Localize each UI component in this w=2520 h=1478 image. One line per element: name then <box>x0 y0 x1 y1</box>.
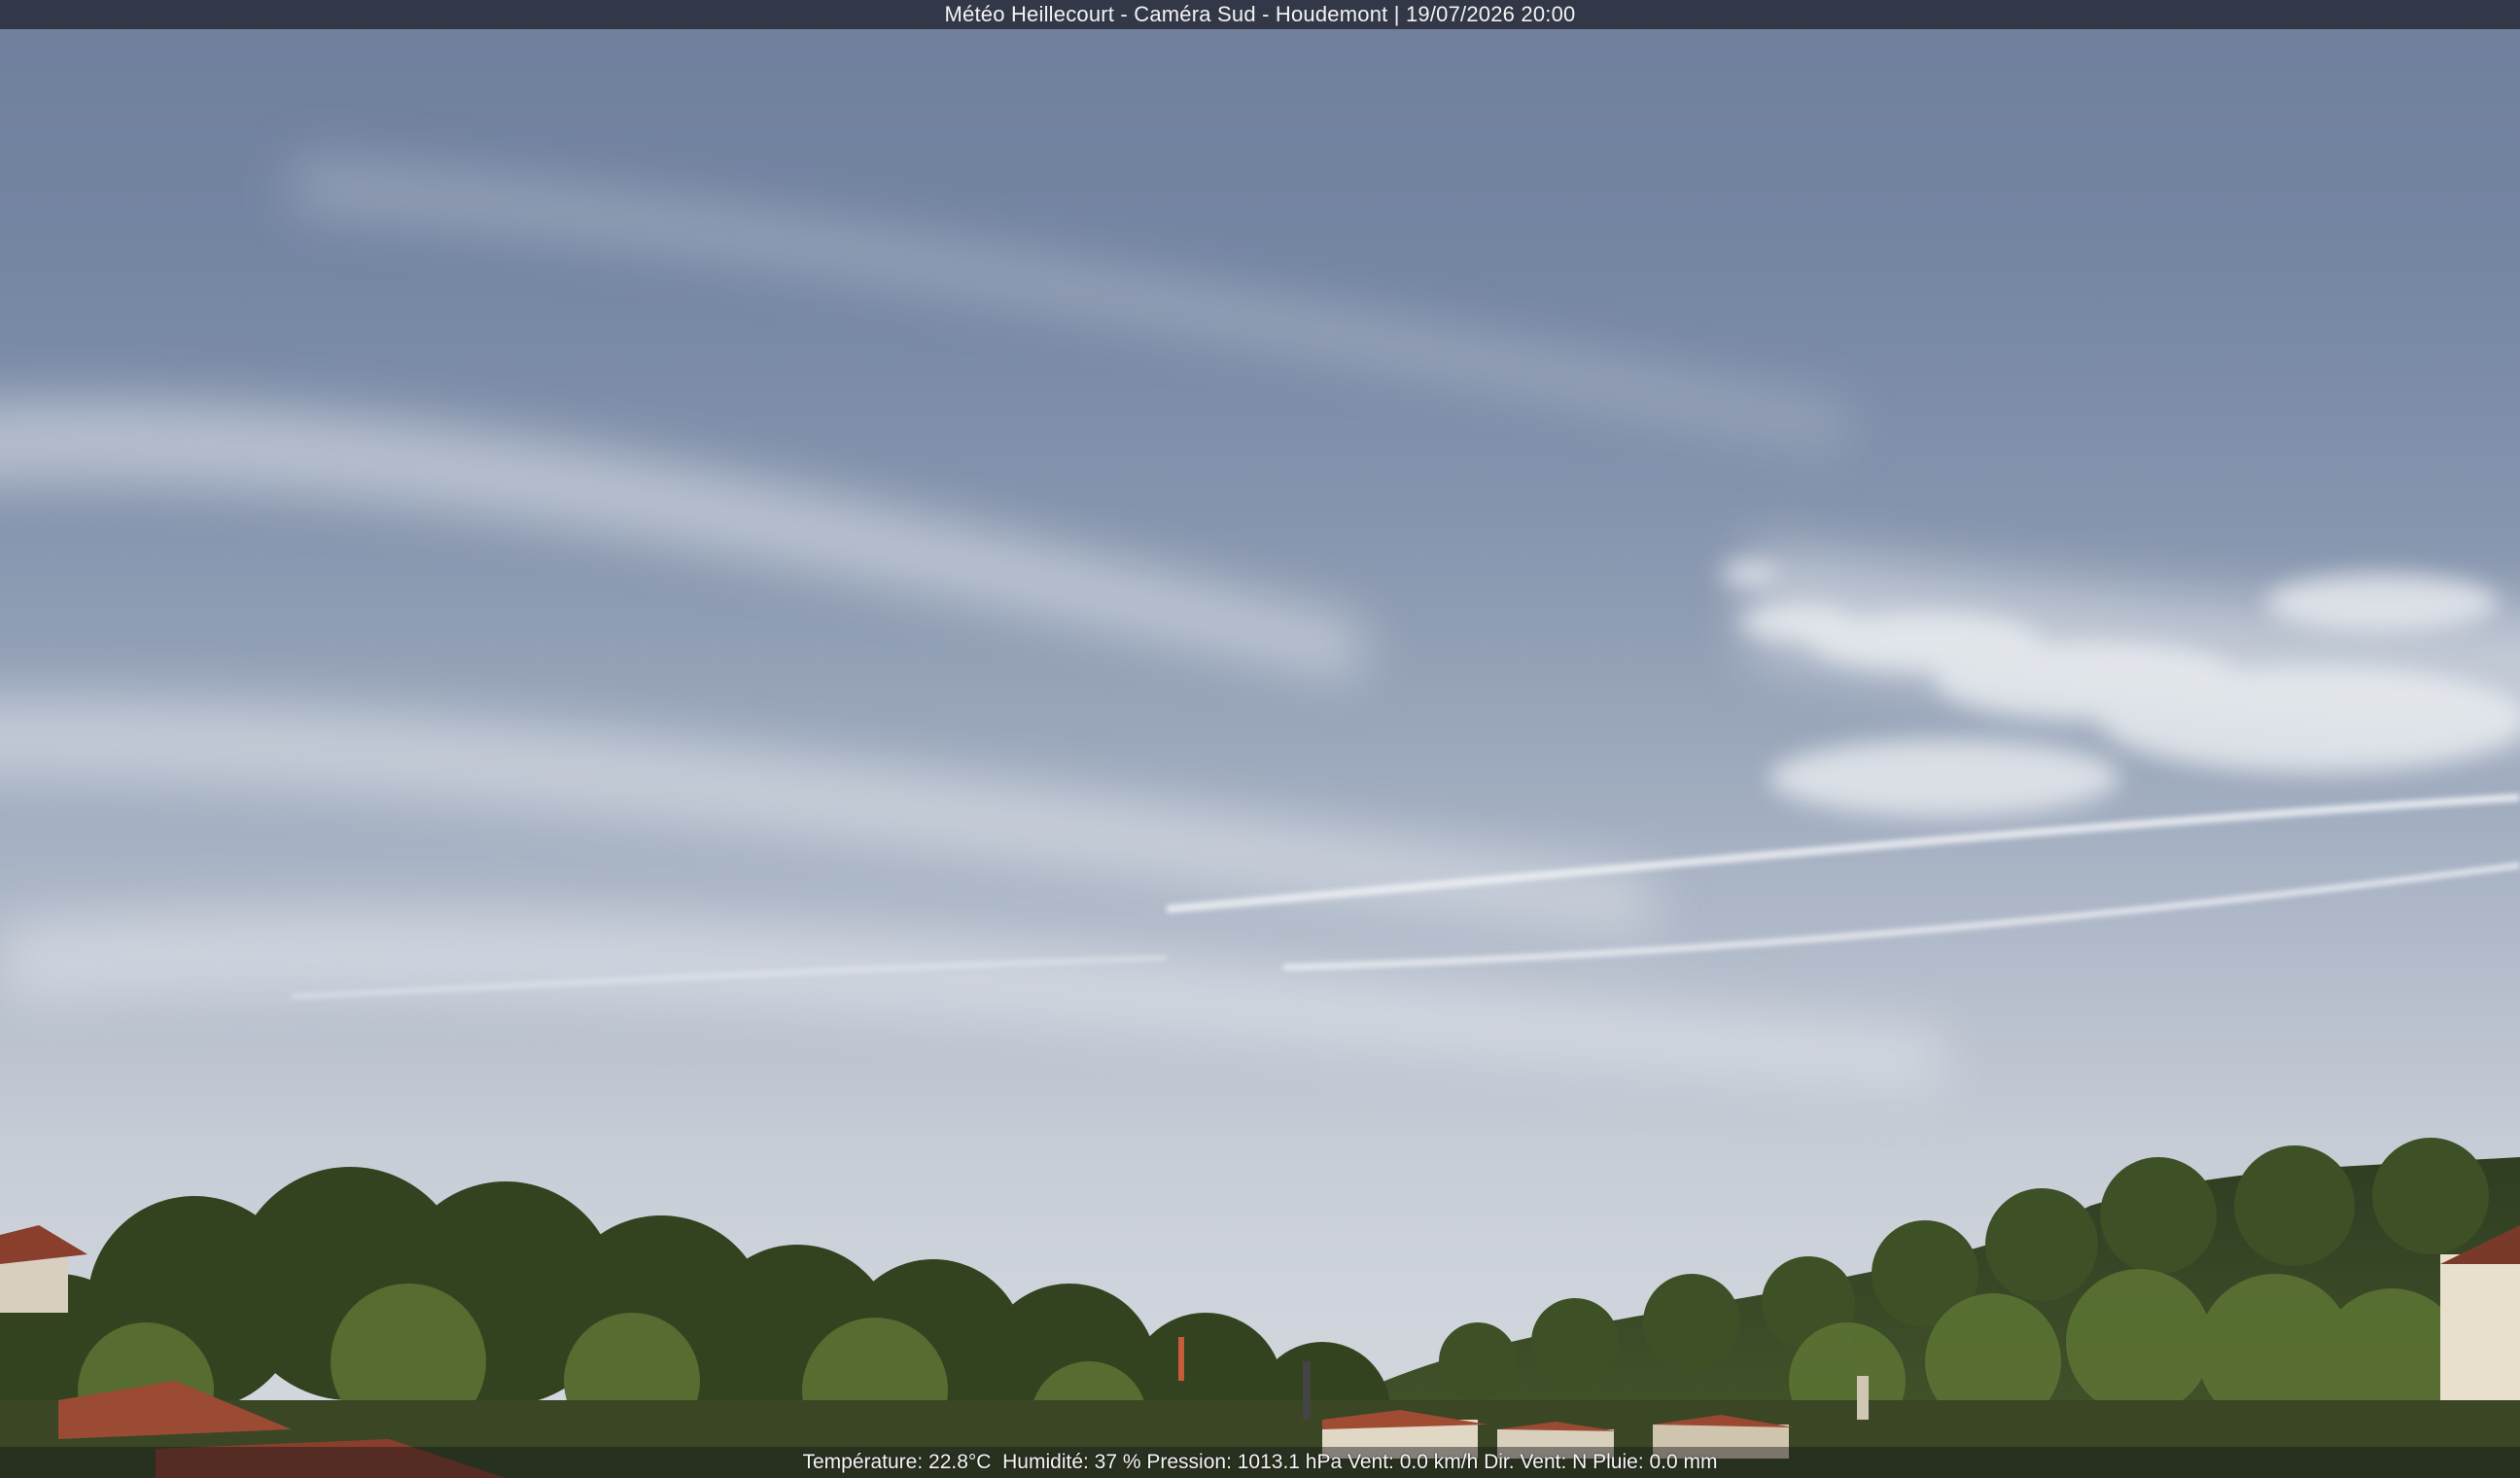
webcam-frame: Météo Heillecourt - Caméra Sud - Houdemo… <box>0 0 2520 1478</box>
landscape-scene <box>0 156 2520 1478</box>
weather-readout: Température: 22.8°C Humidité: 37 % Press… <box>802 1451 1718 1473</box>
weather-info-overlay: Température: 22.8°C Humidité: 37 % Press… <box>0 1447 2520 1478</box>
camera-title: Météo Heillecourt - Caméra Sud - Houdemo… <box>944 2 1576 26</box>
cirrus-clouds <box>0 156 2520 1089</box>
title-overlay: Météo Heillecourt - Caméra Sud - Houdemo… <box>0 0 2520 29</box>
